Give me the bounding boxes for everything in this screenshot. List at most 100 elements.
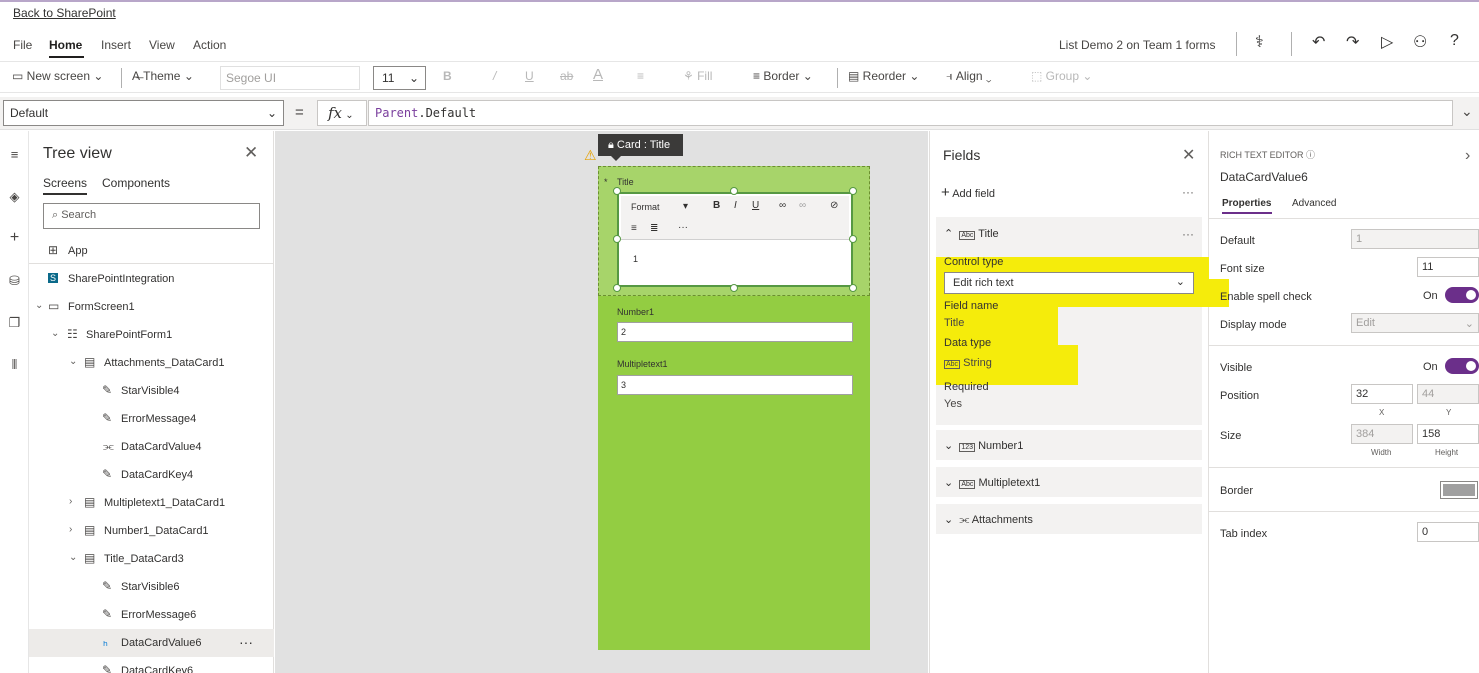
field-title-header[interactable]: ⌃ Abc Title [944, 227, 999, 240]
menu-insert[interactable]: Insert [101, 38, 131, 52]
resize-handle[interactable] [730, 284, 738, 292]
menu-file[interactable]: File [13, 38, 32, 52]
help-icon[interactable]: ⓘ [1306, 150, 1315, 160]
reorder-button[interactable]: ▤ Reorder ⌄ [848, 69, 919, 83]
tab-index-input[interactable]: 0 [1417, 522, 1479, 542]
help-icon[interactable]: ? [1450, 32, 1459, 50]
resize-handle[interactable] [613, 187, 621, 195]
rte-clear-format-icon[interactable]: ⊘ [830, 200, 838, 211]
strikethrough-button[interactable]: ab [560, 69, 573, 83]
app-checker-icon[interactable]: ⚕ [1255, 32, 1264, 52]
redo-icon[interactable]: ↷ [1346, 32, 1359, 52]
chevron-right-icon[interactable]: › [69, 496, 72, 507]
spell-check-toggle[interactable] [1445, 287, 1479, 303]
rich-text-editor[interactable]: Format ▾ B I U ∞ ∞ ⊘ ≡ ≣ ··· 1 [617, 192, 853, 287]
border-button[interactable]: ≡ Border ⌄ [753, 69, 813, 83]
tree-item-number1-datacard1[interactable]: › ▤ Number1_DataCard1 [29, 517, 274, 545]
tree-item-datacardvalue4[interactable]: ⫘ DataCardValue4 [29, 433, 274, 461]
user-icon[interactable]: ⚇ [1413, 32, 1427, 52]
menu-home[interactable]: Home [49, 38, 82, 52]
text-align-button[interactable]: ≡ [637, 69, 644, 83]
position-y-input[interactable]: 44 [1417, 384, 1479, 404]
layers-icon[interactable]: ◈ [0, 189, 29, 205]
tree-item-sharepointintegration[interactable]: S SharePointIntegration [29, 265, 274, 293]
resize-handle[interactable] [849, 235, 857, 243]
tab-properties[interactable]: Properties [1222, 198, 1271, 209]
height-input[interactable]: 158 [1417, 424, 1479, 444]
rte-content[interactable]: 1 [633, 254, 638, 264]
close-icon[interactable]: ✕ [244, 143, 258, 163]
rte-bold-button[interactable]: B [713, 200, 720, 211]
menu-view[interactable]: View [149, 38, 175, 52]
visible-toggle[interactable] [1445, 358, 1479, 374]
fx-button[interactable]: fx ⌄ [317, 100, 367, 126]
tree-item-title-datacard3[interactable]: ⌄ ▤ Title_DataCard3 [29, 545, 274, 573]
default-input[interactable]: 1 [1351, 229, 1479, 249]
tab-components[interactable]: Components [102, 176, 170, 190]
warning-icon[interactable]: ⚠ [584, 147, 597, 164]
italic-button[interactable]: / [493, 69, 496, 83]
resize-handle[interactable] [849, 284, 857, 292]
hamburger-icon[interactable]: ≡ [0, 147, 29, 162]
multipletext1-input[interactable]: 3 [617, 375, 853, 395]
chevron-down-icon[interactable]: ⌄ [35, 300, 43, 311]
more-options-icon[interactable]: ··· [239, 634, 253, 650]
insert-plus-icon[interactable]: + [0, 229, 29, 247]
theme-button[interactable]: A̶ Theme ⌄ [132, 69, 194, 83]
rte-link-icon[interactable]: ∞ [779, 200, 786, 211]
font-family-select[interactable]: Segoe UI [220, 66, 360, 90]
tree-item-sharepointform1[interactable]: ⌄ ☷ SharePointForm1 [29, 321, 274, 349]
resize-handle[interactable] [613, 235, 621, 243]
chevron-down-icon[interactable]: ⌄ [51, 328, 59, 339]
tree-item-app[interactable]: ⊞ App [29, 237, 274, 265]
field-group-multipletext1[interactable]: ⌄ Abc Multipletext1 [936, 467, 1202, 497]
number1-input[interactable]: 2 [617, 322, 853, 342]
tree-item-formscreen1[interactable]: ⌄ ▭ FormScreen1 [29, 293, 274, 321]
rte-format-dropdown-icon[interactable]: ▾ [683, 201, 688, 212]
display-mode-select[interactable]: Edit ⌄ [1351, 313, 1479, 333]
formula-input[interactable]: Parent.Default [368, 100, 1453, 126]
new-screen-button[interactable]: ▭ New screen ⌄ [12, 69, 103, 83]
resize-handle[interactable] [613, 284, 621, 292]
chevron-down-icon[interactable]: ⌄ [69, 552, 77, 563]
width-input[interactable]: 384 [1351, 424, 1413, 444]
chevron-down-icon[interactable]: ⌄ [69, 356, 77, 367]
border-color-picker[interactable] [1440, 481, 1478, 499]
chevron-right-icon[interactable]: › [1465, 147, 1470, 165]
rte-italic-button[interactable]: I [734, 200, 737, 211]
font-size-select[interactable]: 11 ⌄ [373, 66, 426, 90]
rte-numbered-list-icon[interactable]: ≡ [631, 223, 637, 234]
undo-icon[interactable]: ↶ [1312, 32, 1325, 52]
field-group-number1[interactable]: ⌄ 123 Number1 [936, 430, 1202, 460]
data-icon[interactable]: ⛁ [0, 273, 29, 289]
preview-play-icon[interactable]: ▷ [1381, 32, 1393, 52]
position-x-input[interactable]: 32 [1351, 384, 1413, 404]
close-icon[interactable]: ✕ [1182, 145, 1195, 165]
rte-bullet-list-icon[interactable]: ≣ [650, 223, 658, 234]
expand-formula-icon[interactable]: ⌄ [1461, 103, 1473, 120]
font-size-input[interactable]: 11 [1417, 257, 1479, 277]
tree-item-datacardkey6[interactable]: ✎ DataCardKey6 [29, 657, 274, 673]
add-field-button[interactable]: + Add field [941, 184, 995, 201]
property-select[interactable]: Default ⌄ [3, 100, 284, 126]
fill-button[interactable]: ⚘ Fill [683, 69, 712, 83]
tree-item-datacardkey4[interactable]: ✎ DataCardKey4 [29, 461, 274, 489]
tree-item-multipletext1-datacard1[interactable]: › ▤ Multipletext1_DataCard1 [29, 489, 274, 517]
align-button[interactable]: ⫣ Align ⌄ [946, 69, 992, 84]
control-type-select[interactable]: Edit rich text ⌄ [944, 272, 1194, 294]
tree-item-errormessage4[interactable]: ✎ ErrorMessage4 [29, 405, 274, 433]
media-icon[interactable]: ❐ [0, 315, 29, 331]
more-options-icon[interactable]: ··· [1182, 227, 1194, 241]
rte-more-icon[interactable]: ··· [678, 222, 688, 233]
tree-item-starvisible6[interactable]: ✎ StarVisible6 [29, 573, 274, 601]
bold-button[interactable]: B [443, 69, 452, 83]
group-button[interactable]: ⬚ Group ⌄ [1031, 69, 1092, 83]
rte-underline-button[interactable]: U [752, 200, 759, 211]
rte-unlink-icon[interactable]: ∞ [799, 200, 806, 211]
advanced-tools-icon[interactable]: ⫴ [0, 357, 29, 373]
tab-advanced[interactable]: Advanced [1292, 198, 1336, 209]
resize-handle[interactable] [849, 187, 857, 195]
resize-handle[interactable] [730, 187, 738, 195]
tab-screens[interactable]: Screens [43, 176, 87, 190]
tree-item-starvisible4[interactable]: ✎ StarVisible4 [29, 377, 274, 405]
